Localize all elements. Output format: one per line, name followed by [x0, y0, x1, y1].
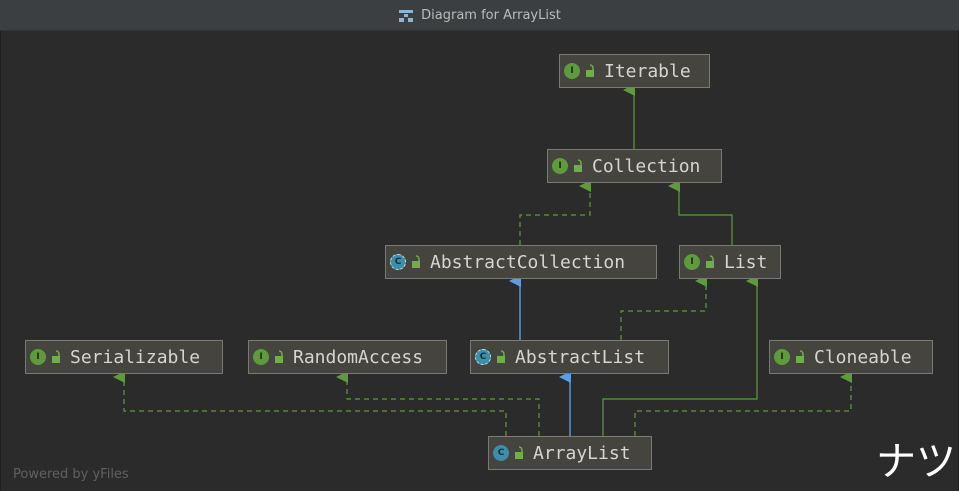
node-cloneable[interactable]: I Cloneable: [769, 340, 933, 374]
edge-arraylist-randomaccess: [336, 371, 540, 436]
window-title: Diagram for ArrayList: [421, 8, 561, 23]
lock-open-icon: [52, 350, 60, 363]
node-label: Serializable: [70, 346, 201, 368]
node-collection[interactable]: I Collection: [547, 149, 722, 183]
abstract-class-icon: C: [475, 349, 491, 365]
edge-arraylist-serializable: [113, 371, 507, 436]
edge-abstractcollection-collection: [519, 180, 591, 245]
title-bar: Diagram for ArrayList: [0, 0, 959, 31]
edge-arraylist-cloneable: [634, 371, 852, 436]
interface-icon: I: [684, 254, 700, 270]
title-wrap: Diagram for ArrayList: [0, 0, 959, 31]
lock-open-icon: [515, 446, 523, 459]
lock-open-icon: [275, 350, 283, 363]
lock-open-icon: [497, 350, 505, 363]
node-label: RandomAccess: [293, 346, 424, 368]
interface-icon: I: [564, 63, 580, 79]
node-arraylist[interactable]: C ArrayList: [488, 436, 652, 470]
lock-open-icon: [574, 159, 582, 172]
interface-icon: I: [30, 349, 46, 365]
lock-open-icon: [706, 255, 714, 268]
node-iterable[interactable]: I Iterable: [559, 54, 710, 88]
node-abstractcollection[interactable]: C AbstractCollection: [385, 245, 657, 279]
diagram-icon: [399, 9, 414, 22]
abstract-class-icon: C: [390, 254, 406, 270]
node-label: ArrayList: [533, 442, 631, 464]
node-randomaccess[interactable]: I RandomAccess: [248, 340, 447, 374]
lock-open-icon: [586, 64, 594, 77]
node-list[interactable]: I List: [679, 245, 781, 279]
edge-abstractlist-list: [620, 275, 707, 340]
lock-open-icon: [796, 350, 804, 363]
node-label: Cloneable: [814, 346, 912, 368]
node-label: List: [724, 251, 768, 273]
interface-icon: I: [552, 158, 568, 174]
edge-list-collection: [668, 180, 733, 245]
interface-icon: I: [774, 349, 790, 365]
lock-open-icon: [412, 255, 420, 268]
node-label: AbstractList: [515, 346, 646, 368]
node-serializable[interactable]: I Serializable: [25, 340, 223, 374]
node-abstractlist[interactable]: C AbstractList: [470, 340, 669, 374]
overlay-text: ナツ: [876, 439, 956, 485]
node-label: Collection: [592, 155, 701, 177]
interface-icon: I: [253, 349, 269, 365]
node-label: Iterable: [604, 60, 691, 82]
class-icon: C: [493, 445, 509, 461]
diagram-canvas[interactable]: I Iterable I Collection C AbstractCollec…: [0, 31, 959, 491]
node-label: AbstractCollection: [430, 251, 626, 273]
powered-by-label: Powered by yFiles: [13, 467, 129, 482]
